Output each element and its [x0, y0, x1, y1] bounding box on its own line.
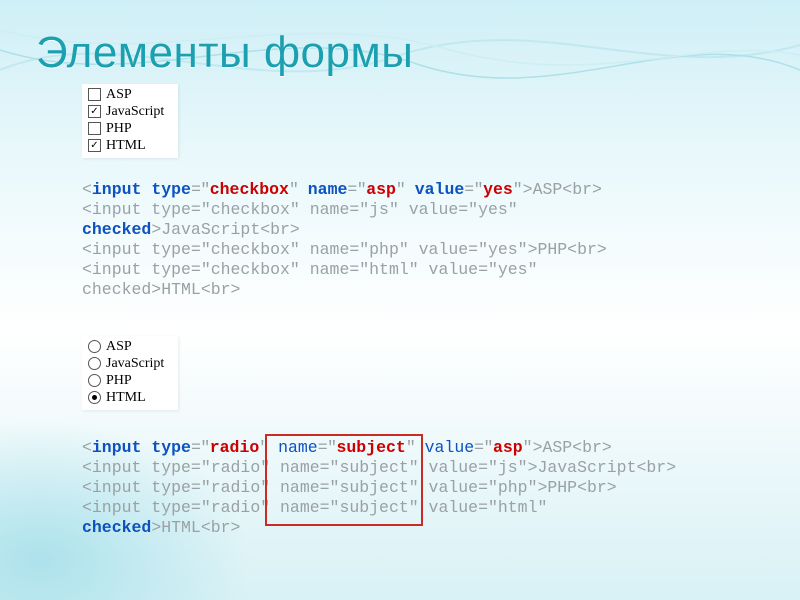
- radio-demo-panel: ASP JavaScript PHP HTML: [82, 336, 178, 410]
- code-block-checkbox: <input type="checkbox" name="asp" value=…: [82, 180, 607, 300]
- highlight-box: [265, 434, 423, 526]
- radio-row[interactable]: HTML: [86, 389, 164, 406]
- radio-row[interactable]: JavaScript: [86, 355, 164, 372]
- radio-row[interactable]: ASP: [86, 338, 164, 355]
- radio-icon: [88, 357, 101, 370]
- radio-icon: [88, 340, 101, 353]
- checkbox-icon: ✓: [88, 139, 101, 152]
- checkbox-row[interactable]: ✓ HTML: [86, 137, 164, 154]
- checkbox-row[interactable]: PHP: [86, 120, 164, 137]
- checkbox-label: JavaScript: [106, 104, 164, 120]
- checkbox-label: ASP: [106, 87, 132, 103]
- checkbox-icon: [88, 88, 101, 101]
- checkbox-icon: ✓: [88, 105, 101, 118]
- radio-icon: [88, 391, 101, 404]
- checkbox-row[interactable]: ASP: [86, 86, 164, 103]
- page-title: Элементы формы: [36, 28, 413, 78]
- radio-label: ASP: [106, 339, 132, 355]
- radio-label: PHP: [106, 373, 132, 389]
- radio-label: HTML: [106, 390, 146, 406]
- checkbox-label: HTML: [106, 138, 146, 154]
- checkbox-row[interactable]: ✓ JavaScript: [86, 103, 164, 120]
- checkbox-label: PHP: [106, 121, 132, 137]
- radio-row[interactable]: PHP: [86, 372, 164, 389]
- radio-label: JavaScript: [106, 356, 164, 372]
- checkbox-demo-panel: ASP ✓ JavaScript PHP ✓ HTML: [82, 84, 178, 158]
- checkbox-icon: [88, 122, 101, 135]
- radio-icon: [88, 374, 101, 387]
